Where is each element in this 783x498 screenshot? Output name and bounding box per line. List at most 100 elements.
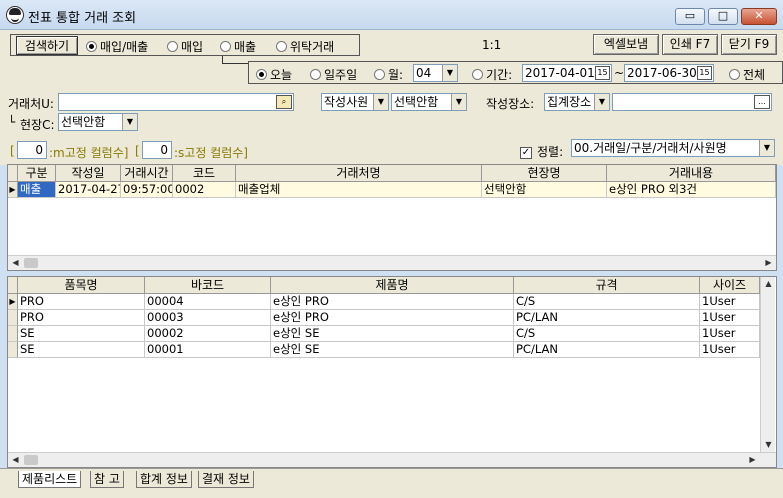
writer-value: 선택안함: [394, 95, 439, 109]
cell-client[interactable]: 매출업체: [236, 182, 482, 198]
col-header-date[interactable]: 작성일: [56, 165, 121, 182]
bottom-grid-hscroll[interactable]: ◀ ▶: [8, 452, 776, 467]
place-select[interactable]: 집계장소 ▼: [544, 93, 610, 111]
cell-spec[interactable]: C/S: [514, 326, 700, 342]
bottom-tab-strip: 제품리스트 참 고 합계 정보 결재 정보: [0, 468, 783, 498]
col-header-barcode[interactable]: 바코드: [145, 277, 271, 294]
cell-size[interactable]: 1User: [700, 294, 760, 310]
mode-radio-consign[interactable]: 위탁거래: [276, 38, 334, 55]
period-radio-range[interactable]: 기간:: [472, 66, 512, 83]
cell-barcode[interactable]: 00004: [145, 294, 271, 310]
cell-site[interactable]: 선택안함: [482, 182, 607, 198]
end-date-field[interactable]: 2017-06-30 15: [624, 64, 714, 82]
minimize-button[interactable]: ▭: [675, 8, 705, 25]
top-grid-hscroll[interactable]: ◀ ▶: [8, 255, 776, 270]
site-value: 선택안함: [61, 115, 106, 129]
scroll-right-icon[interactable]: ▶: [761, 256, 776, 270]
cell-barcode[interactable]: 00002: [145, 326, 271, 342]
col-header-code[interactable]: 코드: [173, 165, 236, 182]
cell-product[interactable]: e상인 PRO: [271, 294, 514, 310]
cell-item[interactable]: SE: [18, 342, 145, 358]
col-header-product[interactable]: 제품명: [271, 277, 514, 294]
col-header-item[interactable]: 품목명: [18, 277, 145, 294]
calendar-icon[interactable]: 15: [697, 66, 712, 80]
tab-product-list[interactable]: 제품리스트: [18, 471, 82, 488]
cell-barcode[interactable]: 00001: [145, 342, 271, 358]
scroll-up-icon[interactable]: ▲: [761, 277, 776, 291]
col-header-size[interactable]: 사이즈: [700, 277, 760, 294]
scroll-left-icon[interactable]: ◀: [8, 256, 23, 270]
product-grid: 품목명 바코드 제품명 규격 사이즈 ▶ PRO 00004 e상인 PRO C…: [7, 276, 777, 468]
sort-checkbox[interactable]: ✓: [520, 143, 532, 159]
cell-product[interactable]: e상인 PRO: [271, 310, 514, 326]
scroll-thumb[interactable]: [24, 258, 38, 268]
search-button[interactable]: 검색하기: [16, 36, 78, 55]
client-input[interactable]: ⌕: [58, 93, 294, 111]
chevron-down-icon: ▼: [122, 114, 137, 130]
end-date-value: 2017-06-30: [627, 66, 697, 80]
cell-type[interactable]: 매출: [18, 182, 56, 198]
mode-radio-sales[interactable]: 매출: [220, 38, 256, 55]
row-marker-icon: ▶: [8, 294, 18, 310]
period-radio-today[interactable]: 오늘: [256, 66, 292, 83]
col-header-content[interactable]: 거래내용: [607, 165, 776, 182]
cell-spec[interactable]: C/S: [514, 294, 700, 310]
tab-total-info[interactable]: 합계 정보: [136, 471, 192, 488]
cell-item[interactable]: SE: [18, 326, 145, 342]
maximize-button[interactable]: □: [708, 8, 738, 25]
mode-radio-all[interactable]: 매입/매출: [86, 38, 148, 55]
print-button[interactable]: 인쇄 F7: [662, 34, 718, 55]
period-radio-week[interactable]: 일주일: [310, 66, 357, 83]
cell-time[interactable]: 09:57:00: [121, 182, 173, 198]
sort-select[interactable]: 00.거래일/구분/거래처/사원명 ▼: [571, 139, 775, 157]
period-radio-all[interactable]: 전체: [729, 66, 765, 83]
close-button[interactable]: 닫기 F9: [721, 34, 777, 55]
scroll-left-icon[interactable]: ◀: [8, 453, 23, 467]
sfix-input[interactable]: 0: [142, 141, 172, 159]
mfix-input[interactable]: 0: [17, 141, 47, 159]
cell-spec[interactable]: PC/LAN: [514, 310, 700, 326]
cell-item[interactable]: PRO: [18, 294, 145, 310]
col-header-client[interactable]: 거래처명: [236, 165, 482, 182]
start-date-field[interactable]: 2017-04-01 15: [522, 64, 612, 82]
cell-date[interactable]: 2017-04-27: [56, 182, 121, 198]
search-icon[interactable]: ⌕: [276, 95, 292, 109]
period-label: 오늘: [270, 68, 293, 82]
check-icon: ✓: [520, 147, 532, 159]
cell-content[interactable]: e상인 PRO 외3건: [607, 182, 776, 198]
cell-product[interactable]: e상인 SE: [271, 326, 514, 342]
col-header-type[interactable]: 구분: [18, 165, 56, 182]
cell-code[interactable]: 0002: [173, 182, 236, 198]
period-radio-month[interactable]: 월:: [374, 66, 403, 83]
scroll-down-icon[interactable]: ▼: [761, 438, 776, 452]
scroll-thumb[interactable]: [24, 455, 38, 465]
close-window-button[interactable]: ✕: [741, 8, 777, 25]
cell-spec[interactable]: PC/LAN: [514, 342, 700, 358]
cell-item[interactable]: PRO: [18, 310, 145, 326]
excel-export-button[interactable]: 엑셀보냄: [593, 34, 659, 55]
radio-icon: [310, 69, 321, 80]
more-button[interactable]: ...: [754, 95, 770, 109]
scroll-right-icon[interactable]: ▶: [745, 453, 760, 467]
col-header-site[interactable]: 현장명: [482, 165, 607, 182]
writer-select[interactable]: 선택안함 ▼: [391, 93, 467, 111]
month-select[interactable]: 04 ▼: [413, 64, 458, 82]
cell-product[interactable]: e상인 SE: [271, 342, 514, 358]
cell-size[interactable]: 1User: [700, 342, 760, 358]
mode-radio-purchase[interactable]: 매입: [167, 38, 203, 55]
writer-type-select[interactable]: 작성사원 ▼: [321, 93, 389, 111]
place-detail-input[interactable]: ...: [612, 93, 772, 111]
bottom-grid-vscroll[interactable]: ▲ ▼: [760, 277, 775, 452]
cell-barcode[interactable]: 00003: [145, 310, 271, 326]
cell-size[interactable]: 1User: [700, 310, 760, 326]
site-select[interactable]: 선택안함 ▼: [58, 113, 138, 131]
calendar-icon[interactable]: 15: [595, 66, 610, 80]
chevron-down-icon: ▼: [442, 65, 457, 81]
tab-reference[interactable]: 참 고: [90, 471, 124, 488]
cell-size[interactable]: 1User: [700, 326, 760, 342]
col-header-spec[interactable]: 규격: [514, 277, 700, 294]
place-value: 집계장소: [547, 95, 592, 109]
col-header-time[interactable]: 거래시간: [121, 165, 173, 182]
connector-line: [222, 63, 248, 64]
tab-approval-info[interactable]: 결재 정보: [198, 471, 254, 488]
